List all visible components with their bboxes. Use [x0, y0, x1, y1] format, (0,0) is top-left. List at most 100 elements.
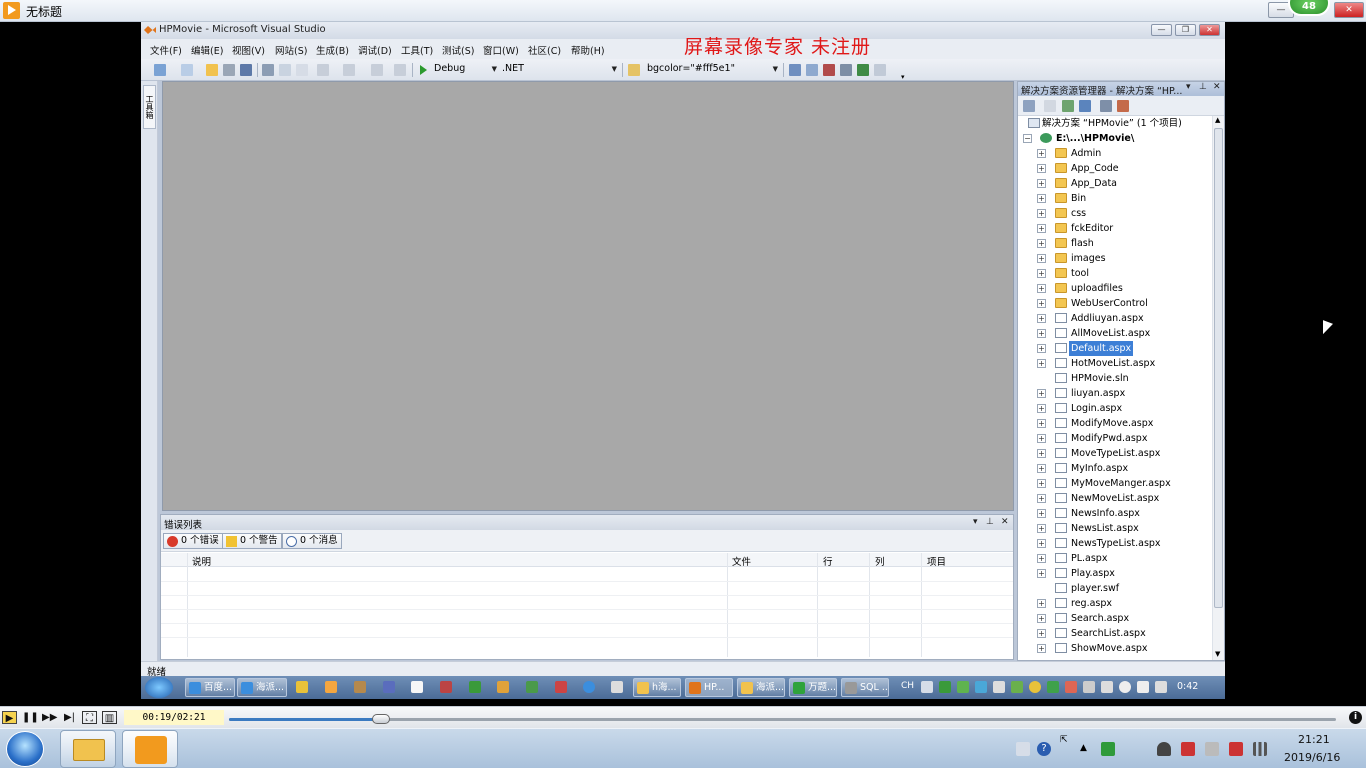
properties-icon[interactable] [1023, 100, 1035, 112]
tree-file-node[interactable]: HPMovie.sln [1018, 371, 1212, 386]
column-project[interactable]: 项目 [927, 554, 946, 568]
tree-file-node[interactable]: + NewMoveList.aspx [1018, 491, 1212, 506]
quicklaunch-icon[interactable] [440, 681, 452, 693]
taskbar-button-sql[interactable]: SQL ... [841, 678, 889, 697]
tray-icon[interactable] [1119, 681, 1131, 693]
start-button[interactable] [6, 731, 44, 767]
expand-icon[interactable]: + [1037, 224, 1046, 233]
collapse-icon[interactable]: − [1023, 134, 1032, 143]
cut-icon[interactable] [262, 64, 274, 76]
recorder-taskbar-button[interactable] [122, 730, 178, 768]
expand-icon[interactable]: + [1037, 419, 1046, 428]
object-browser-icon[interactable] [823, 64, 835, 76]
open-file-icon[interactable] [206, 64, 218, 76]
view-designer-icon[interactable] [1100, 100, 1112, 112]
expand-icon[interactable]: + [1037, 359, 1046, 368]
taskbar-button-haipai2[interactable]: 海派... [737, 678, 785, 697]
find-in-files-icon[interactable] [628, 64, 640, 76]
tree-file-node[interactable]: + ModifyMove.aspx [1018, 416, 1212, 431]
network-monitor-icon[interactable] [1101, 742, 1115, 756]
quicklaunch-icon[interactable] [611, 681, 623, 693]
column-col[interactable]: 列 [875, 554, 885, 568]
messages-filter-button[interactable]: 0 个消息 [282, 533, 342, 549]
menu-file[interactable]: 文件(F) [150, 43, 182, 57]
solution-node[interactable]: 解决方案 “HPMovie” (1 个项目) [1018, 116, 1212, 131]
tray-icon[interactable] [1029, 681, 1041, 693]
tree-file-node[interactable]: player.swf [1018, 581, 1212, 596]
menu-test[interactable]: 测试(S) [442, 43, 474, 57]
expand-icon[interactable]: + [1037, 389, 1046, 398]
tree-file-node[interactable]: + Search.aspx [1018, 611, 1212, 626]
input-language[interactable]: CH [901, 681, 914, 691]
project-node[interactable]: − E:\...\HPMovie\ [1018, 131, 1212, 146]
tray-icon[interactable] [1137, 681, 1149, 693]
wifi-signal-icon[interactable] [1253, 742, 1267, 756]
navigate-forward-icon[interactable] [394, 64, 406, 76]
scroll-up-icon[interactable]: ▲ [1215, 116, 1220, 124]
expand-icon[interactable]: + [1037, 164, 1046, 173]
tree-file-node[interactable]: + ShowMove.aspx [1018, 641, 1212, 656]
redo-icon[interactable] [343, 64, 355, 76]
tree-file-node[interactable]: + Login.aspx [1018, 401, 1212, 416]
quicklaunch-icon[interactable] [497, 681, 509, 693]
seek-bar[interactable] [229, 714, 1336, 724]
taskbar-button-vs[interactable]: HP... [685, 678, 733, 697]
quicklaunch-icon[interactable] [583, 681, 595, 693]
tree-file-node[interactable]: + AllMoveList.aspx [1018, 326, 1212, 341]
solution-explorer-scrollbar[interactable]: ▲ ▼ [1212, 116, 1224, 660]
start-orb-icon[interactable] [145, 677, 173, 698]
tree-folder-node[interactable]: + WebUserControl [1018, 296, 1212, 311]
expand-icon[interactable]: + [1037, 509, 1046, 518]
help-icon[interactable]: ? [1037, 742, 1051, 756]
notification-badge[interactable]: 48 [1288, 0, 1330, 16]
scroll-down-icon[interactable]: ▼ [1215, 650, 1220, 658]
expand-icon[interactable]: + [1037, 464, 1046, 473]
taskbar-button-player[interactable]: 万题... [789, 678, 837, 697]
copy-icon[interactable] [279, 64, 291, 76]
volume-muted-icon[interactable] [1205, 742, 1219, 756]
solution-explorer-icon[interactable] [789, 64, 801, 76]
clock-date[interactable]: 2019/6/16 [1284, 751, 1340, 764]
info-icon[interactable]: i [1349, 711, 1362, 724]
expand-icon[interactable]: + [1037, 449, 1046, 458]
taskbar-button-baidu[interactable]: 百度... [185, 678, 235, 697]
tray-icon[interactable] [921, 681, 933, 693]
menu-debug[interactable]: 调试(D) [358, 43, 392, 57]
window-position-icon[interactable]: ▾ [1186, 82, 1191, 92]
vs-close-button[interactable]: ✕ [1199, 24, 1220, 36]
start-page-icon[interactable] [857, 64, 869, 76]
volume-icon[interactable] [1155, 681, 1167, 693]
tree-file-node[interactable]: + MyMoveManger.aspx [1018, 476, 1212, 491]
tray-icon[interactable] [993, 681, 1005, 693]
tree-file-node[interactable]: + NewsTypeList.aspx [1018, 536, 1212, 551]
copy-website-icon[interactable] [1117, 100, 1129, 112]
quicklaunch-icon[interactable] [354, 681, 366, 693]
menu-window[interactable]: 窗口(W) [483, 43, 519, 57]
expand-icon[interactable]: + [1037, 479, 1046, 488]
quicklaunch-icon[interactable] [526, 681, 538, 693]
tree-folder-node[interactable]: + css [1018, 206, 1212, 221]
platform-combo[interactable]: .NET ▼ [499, 62, 619, 77]
expand-icon[interactable]: + [1037, 599, 1046, 608]
tree-folder-node[interactable]: + Bin [1018, 191, 1212, 206]
show-all-files-icon[interactable] [1044, 100, 1056, 112]
expand-icon[interactable]: + [1037, 524, 1046, 533]
quicklaunch-icon[interactable] [555, 681, 567, 693]
menu-website[interactable]: 网站(S) [275, 43, 307, 57]
expand-icon[interactable]: + [1037, 194, 1046, 203]
tree-file-node[interactable]: + Default.aspx [1018, 340, 1212, 357]
tree-folder-node[interactable]: + Admin [1018, 146, 1212, 161]
find-combo[interactable]: bgcolor="#fff5e1" ▼ [644, 62, 780, 77]
tree-file-node[interactable]: + NewsInfo.aspx [1018, 506, 1212, 521]
close-icon[interactable]: ✕ [1213, 82, 1221, 92]
expand-icon[interactable]: + [1037, 209, 1046, 218]
taskbar-button-haipai[interactable]: 海派... [237, 678, 287, 697]
tree-folder-node[interactable]: + App_Data [1018, 176, 1212, 191]
undo-icon[interactable] [317, 64, 329, 76]
fit-window-button[interactable]: ▥ [102, 711, 117, 724]
tree-file-node[interactable]: + liuyan.aspx [1018, 386, 1212, 401]
properties-icon[interactable] [806, 64, 818, 76]
tree-file-node[interactable]: + PL.aspx [1018, 551, 1212, 566]
expand-icon[interactable]: + [1037, 299, 1046, 308]
tree-file-node[interactable]: + MyInfo.aspx [1018, 461, 1212, 476]
